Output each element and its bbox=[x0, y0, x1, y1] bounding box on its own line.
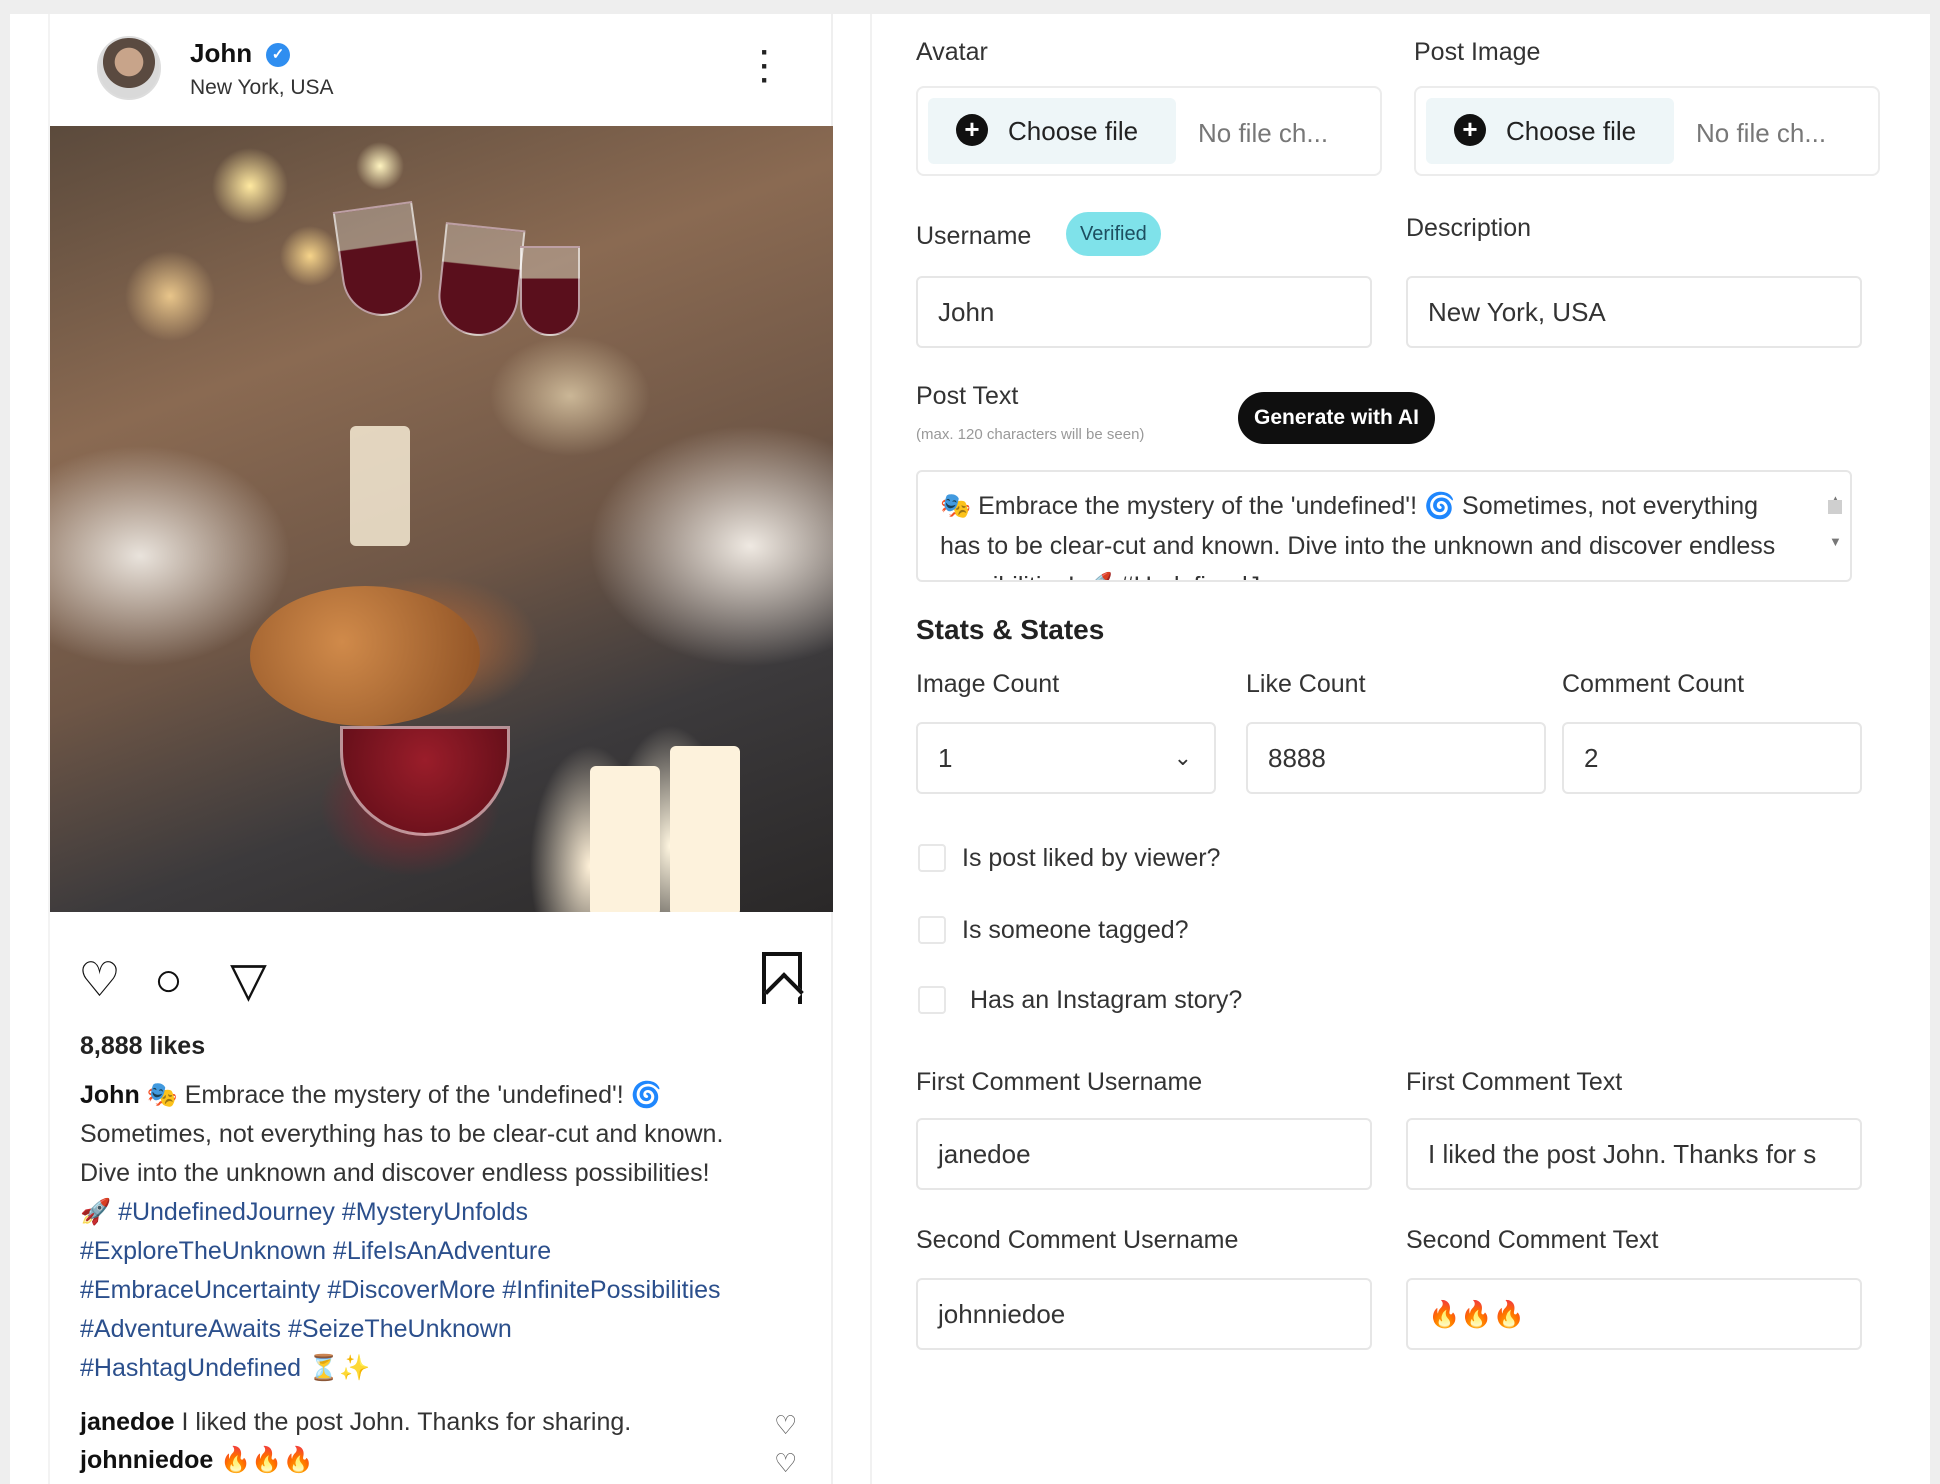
avatar-label: Avatar bbox=[916, 38, 988, 66]
post-location[interactable]: New York, USA bbox=[190, 76, 334, 100]
textarea-scrollbar[interactable]: ▲ ▼ bbox=[1826, 480, 1844, 576]
post-image-choose-file-button[interactable]: + Choose file bbox=[1426, 98, 1674, 164]
choose-file-label: Choose file bbox=[1506, 116, 1637, 146]
image-count-value: 1 bbox=[938, 743, 953, 773]
caption-username[interactable]: John bbox=[80, 1081, 140, 1109]
comment-username[interactable]: johnniedoe bbox=[80, 1446, 213, 1474]
wine-glass-image bbox=[520, 246, 580, 336]
share-icon[interactable]: ▽ bbox=[230, 956, 267, 1006]
scroll-thumb[interactable] bbox=[1828, 500, 1842, 514]
first-comment-text-label: First Comment Text bbox=[1406, 1068, 1623, 1096]
generate-with-ai-button[interactable]: Generate with AI bbox=[1238, 392, 1435, 444]
liked-by-viewer-checkbox[interactable] bbox=[918, 844, 946, 872]
comment-count-field[interactable]: 2 bbox=[1562, 722, 1862, 794]
verified-icon: ✓ bbox=[266, 43, 290, 67]
avatar-file-input[interactable]: + Choose file No file ch... bbox=[916, 86, 1382, 176]
post-actions: ♡ ○ ▽ bbox=[50, 912, 835, 1022]
comment-text: 🔥🔥🔥 bbox=[220, 1446, 314, 1474]
username-label: Username bbox=[916, 222, 1032, 250]
roast-turkey-image bbox=[250, 586, 480, 726]
caption-hashtags[interactable]: #HashtagUndefined ⏳✨ bbox=[80, 1354, 370, 1382]
like-count-field[interactable]: 8888 bbox=[1246, 722, 1546, 794]
image-count-select[interactable]: 1 ⌄ bbox=[916, 722, 1216, 794]
wine-glass-image bbox=[434, 222, 526, 340]
avatar-no-file-text: No file ch... bbox=[1198, 118, 1329, 148]
caption-hashtags[interactable]: #AdventureAwaits #SeizeTheUnknown bbox=[80, 1315, 512, 1343]
plus-circle-icon: + bbox=[956, 114, 988, 146]
chevron-down-icon: ⌄ bbox=[1173, 745, 1192, 770]
post-image bbox=[50, 126, 833, 912]
post-username[interactable]: John bbox=[190, 38, 252, 69]
post-caption: John 🎭 Embrace the mystery of the 'undef… bbox=[80, 1076, 820, 1388]
post-text-hint: (max. 120 characters will be seen) bbox=[916, 426, 1145, 443]
comment-text: I liked the post John. Thanks for sharin… bbox=[181, 1408, 632, 1436]
second-comment-username-field[interactable]: johnniedoe bbox=[916, 1278, 1372, 1350]
comment-item: johnniedoe 🔥🔥🔥 bbox=[80, 1446, 820, 1475]
likes-count[interactable]: 8,888 likes bbox=[80, 1032, 205, 1061]
comment-item: janedoe I liked the post John. Thanks fo… bbox=[80, 1408, 820, 1437]
avatar[interactable] bbox=[97, 36, 161, 100]
stats-states-heading: Stats & States bbox=[916, 614, 1105, 645]
candle-image bbox=[590, 766, 660, 912]
description-label: Description bbox=[1406, 214, 1532, 242]
first-comment-username-label: First Comment Username bbox=[916, 1068, 1203, 1096]
second-comment-text-field[interactable]: 🔥🔥🔥 bbox=[1406, 1278, 1862, 1350]
caption-hashtags[interactable]: #EmbraceUncertainty #DiscoverMore #Infin… bbox=[80, 1276, 721, 1304]
post-text-value: 🎭 Embrace the mystery of the 'undefined'… bbox=[940, 492, 1776, 580]
post-editor-form: Avatar Post Image + Choose file No file … bbox=[870, 14, 1930, 1484]
description-field[interactable]: New York, USA bbox=[1406, 276, 1862, 348]
editor-card: John ✓ New York, USA · · · ♡ ○ ▽ 8,888 lik… bbox=[10, 14, 1930, 1484]
plus-circle-icon: + bbox=[1454, 114, 1486, 146]
post-image-file-input[interactable]: + Choose file No file ch... bbox=[1414, 86, 1880, 176]
caption-text: Sometimes, not everything has to be clea… bbox=[80, 1120, 724, 1148]
someone-tagged-label[interactable]: Is someone tagged? bbox=[962, 916, 1189, 945]
more-icon[interactable]: · · · bbox=[758, 38, 772, 96]
candle-image bbox=[670, 746, 740, 912]
instagram-story-checkbox[interactable] bbox=[918, 986, 946, 1014]
choose-file-label: Choose file bbox=[1008, 116, 1139, 146]
heart-icon[interactable]: ♡ bbox=[78, 956, 121, 1006]
caption-text: Dive into the unknown and discover endle… bbox=[80, 1159, 710, 1187]
bookmark-icon[interactable] bbox=[762, 952, 802, 1004]
post-text-label: Post Text bbox=[916, 382, 1019, 410]
comment-icon[interactable]: ○ bbox=[154, 956, 183, 1006]
image-count-label: Image Count bbox=[916, 670, 1060, 698]
candle-image bbox=[350, 426, 410, 546]
wine-glass-image bbox=[332, 200, 428, 322]
liked-by-viewer-label[interactable]: Is post liked by viewer? bbox=[962, 844, 1220, 873]
pomegranate-bowl-image bbox=[340, 726, 510, 836]
avatar-choose-file-button[interactable]: + Choose file bbox=[928, 98, 1176, 164]
second-comment-username-label: Second Comment Username bbox=[916, 1226, 1239, 1254]
second-comment-text-label: Second Comment Text bbox=[1406, 1226, 1659, 1254]
scroll-down-icon[interactable]: ▼ bbox=[1829, 522, 1842, 562]
first-comment-text-field[interactable]: I liked the post John. Thanks for s bbox=[1406, 1118, 1862, 1190]
comment-count-label: Comment Count bbox=[1562, 670, 1745, 698]
comment-like-heart-icon[interactable]: ♡ bbox=[774, 1410, 797, 1441]
first-comment-username-field[interactable]: janedoe bbox=[916, 1118, 1372, 1190]
post-header: John ✓ New York, USA · · · bbox=[50, 14, 835, 126]
caption-text: 🎭 Embrace the mystery of the 'undefined'… bbox=[146, 1081, 662, 1109]
post-preview: John ✓ New York, USA · · · ♡ ○ ▽ 8,888 lik… bbox=[48, 14, 833, 1484]
post-image-no-file-text: No file ch... bbox=[1696, 118, 1827, 148]
comment-username[interactable]: janedoe bbox=[80, 1408, 174, 1436]
caption-hashtags[interactable]: #ExploreTheUnknown #LifeIsAnAdventure bbox=[80, 1237, 551, 1265]
verified-badge[interactable]: Verified bbox=[1066, 212, 1161, 256]
post-image-label: Post Image bbox=[1414, 38, 1541, 66]
username-field[interactable]: John bbox=[916, 276, 1372, 348]
someone-tagged-checkbox[interactable] bbox=[918, 916, 946, 944]
post-text-field[interactable]: 🎭 Embrace the mystery of the 'undefined'… bbox=[916, 470, 1852, 582]
instagram-story-label[interactable]: Has an Instagram story? bbox=[970, 986, 1242, 1015]
comment-like-heart-icon[interactable]: ♡ bbox=[774, 1448, 797, 1479]
like-count-label: Like Count bbox=[1246, 670, 1366, 698]
caption-hashtags[interactable]: 🚀 #UndefinedJourney #MysteryUnfolds bbox=[80, 1198, 528, 1226]
